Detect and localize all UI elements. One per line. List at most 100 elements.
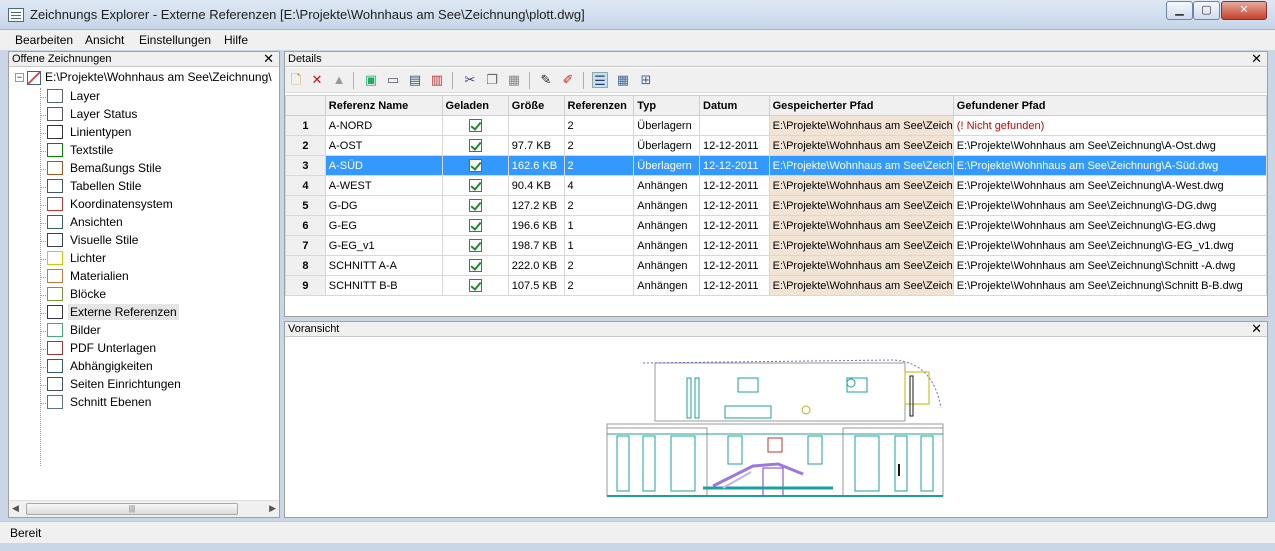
table-row[interactable]: 2 A-OST 97.7 KB 2 Überlagern 12-12-2011 E:\Pro… bbox=[285, 135, 1268, 156]
minimize-button[interactable]: ▁ bbox=[1166, 1, 1193, 20]
close-icon[interactable]: ✕ bbox=[1251, 322, 1262, 336]
cell-loaded[interactable] bbox=[441, 195, 509, 216]
new-icon[interactable]: 🗋 bbox=[288, 72, 304, 88]
cell-references[interactable]: 2 bbox=[563, 195, 635, 216]
cell-type[interactable]: Überlagern bbox=[633, 135, 701, 156]
cell-date[interactable]: 12-12-2011 bbox=[699, 235, 770, 256]
table-row[interactable]: 6 G-EG 196.6 KB 1 Anhängen 12-12-2011 E:\Proje… bbox=[285, 215, 1268, 236]
col-header-type[interactable]: Typ bbox=[633, 95, 701, 116]
collapse-icon[interactable]: − bbox=[15, 73, 24, 83]
cell-size[interactable]: 162.6 KB bbox=[507, 155, 565, 176]
cell-found-path[interactable]: E:\Projekte\Wohnhaus am See\Zeichnung\G-… bbox=[952, 195, 1268, 216]
cell-saved-path[interactable]: E:\Projekte\Wohnhaus am See\Zeich bbox=[768, 175, 954, 196]
table-row[interactable]: 7 G-EG_v1 198.7 KB 1 Anhängen 12-12-2011 E:\Pr… bbox=[285, 235, 1268, 256]
cut-icon[interactable]: ✂ bbox=[462, 72, 478, 88]
cell-loaded[interactable] bbox=[441, 215, 509, 236]
cell-loaded[interactable] bbox=[441, 275, 509, 296]
cell-saved-path[interactable]: E:\Projekte\Wohnhaus am See\Zeich bbox=[768, 255, 954, 276]
cell-saved-path[interactable]: E:\Projekte\Wohnhaus am See\Zeich bbox=[768, 215, 954, 236]
tree-item-bilder[interactable]: Bilder bbox=[47, 322, 103, 340]
tree-item-linientypen[interactable]: Linientypen bbox=[47, 124, 133, 142]
cell-size[interactable]: 222.0 KB bbox=[507, 255, 565, 276]
cell-reference-name[interactable]: SCHNITT A-A bbox=[324, 255, 443, 276]
loaded-checkbox[interactable] bbox=[468, 199, 482, 212]
cell-reference-name[interactable]: G-EG_v1 bbox=[324, 235, 443, 256]
tree-view-icon[interactable]: ⊞ bbox=[638, 72, 654, 88]
cell-date[interactable]: 12-12-2011 bbox=[699, 175, 770, 196]
table-row[interactable]: 3 A-SÜD 162.6 KB 2 Überlagern 12-12-2011 E:\Pr… bbox=[285, 155, 1268, 176]
cell-type[interactable]: Anhängen bbox=[633, 255, 701, 276]
row-number[interactable]: 9 bbox=[285, 275, 326, 296]
stamp-icon[interactable]: ✐ bbox=[560, 72, 576, 88]
loaded-checkbox[interactable] bbox=[468, 279, 482, 292]
cell-references[interactable]: 1 bbox=[563, 235, 635, 256]
cell-date[interactable]: 12-12-2011 bbox=[699, 135, 770, 156]
detach-icon[interactable]: ▥ bbox=[429, 72, 445, 88]
cell-saved-path[interactable]: E:\Projekte\Wohnhaus am See\Zeich bbox=[768, 195, 954, 216]
cell-size[interactable]: 90.4 KB bbox=[507, 175, 565, 196]
tree-item-visuelle-stile[interactable]: Visuelle Stile bbox=[47, 232, 140, 250]
col-header-name[interactable]: Referenz Name bbox=[324, 95, 443, 116]
tree-item-ansichten[interactable]: Ansichten bbox=[47, 214, 125, 232]
row-number[interactable]: 7 bbox=[285, 235, 326, 256]
cell-references[interactable]: 2 bbox=[563, 155, 635, 176]
tree-item-koordinatensystem[interactable]: Koordinatensystem bbox=[47, 196, 175, 214]
cell-loaded[interactable] bbox=[441, 155, 509, 176]
cell-type[interactable]: Anhängen bbox=[633, 175, 701, 196]
cell-references[interactable]: 2 bbox=[563, 115, 635, 136]
close-window-button[interactable]: ✕ bbox=[1221, 1, 1267, 20]
tree-item-externe-referenzen[interactable]: Externe Referenzen bbox=[47, 303, 179, 322]
tree-item-layer[interactable]: Layer bbox=[47, 88, 102, 106]
maximize-button[interactable]: ▢ bbox=[1193, 1, 1220, 20]
table-row[interactable]: 9 SCHNITT B-B 107.5 KB 2 Anhängen 12-12-2011 E… bbox=[285, 275, 1268, 296]
cell-type[interactable]: Anhängen bbox=[633, 275, 701, 296]
col-header-saved-path[interactable]: Gespeicherter Pfad bbox=[768, 95, 954, 116]
cell-type[interactable]: Anhängen bbox=[633, 215, 701, 236]
loaded-checkbox[interactable] bbox=[468, 219, 482, 232]
tree-item-layer-status[interactable]: Layer Status bbox=[47, 106, 139, 124]
close-icon[interactable]: ✕ bbox=[263, 52, 274, 66]
loaded-checkbox[interactable] bbox=[468, 239, 482, 252]
row-number[interactable]: 1 bbox=[285, 115, 326, 136]
loaded-checkbox[interactable] bbox=[468, 159, 482, 172]
cell-found-path[interactable]: (! Nicht gefunden) bbox=[952, 115, 1268, 136]
row-number[interactable]: 2 bbox=[285, 135, 326, 156]
cell-loaded[interactable] bbox=[441, 255, 509, 276]
scroll-left-icon[interactable]: ◀ bbox=[12, 503, 19, 514]
details-view-icon[interactable]: ☰ bbox=[592, 72, 608, 88]
menu-ansicht[interactable]: Ansicht bbox=[85, 33, 124, 47]
cell-size[interactable]: 127.2 KB bbox=[507, 195, 565, 216]
cell-date[interactable]: 12-12-2011 bbox=[699, 275, 770, 296]
table-row[interactable]: 1 A-NORD 2 Überlagern E:\Projekte\Wohnhaus a… bbox=[285, 115, 1268, 136]
cell-date[interactable] bbox=[699, 115, 770, 136]
cell-reference-name[interactable]: A-OST bbox=[324, 135, 443, 156]
cell-date[interactable]: 12-12-2011 bbox=[699, 195, 770, 216]
cell-type[interactable]: Überlagern bbox=[633, 155, 701, 176]
cell-saved-path[interactable]: E:\Projekte\Wohnhaus am See\Zeich bbox=[768, 135, 954, 156]
col-header-refs[interactable]: Referenzen bbox=[563, 95, 635, 116]
pin-icon[interactable]: ▲ bbox=[331, 72, 347, 88]
row-number[interactable]: 6 bbox=[285, 215, 326, 236]
cell-date[interactable]: 12-12-2011 bbox=[699, 215, 770, 236]
cell-saved-path[interactable]: E:\Projekte\Wohnhaus am See\Zeich bbox=[768, 235, 954, 256]
tree-item-bemaßungs-stile[interactable]: Bemaßungs Stile bbox=[47, 160, 163, 178]
table-row[interactable]: 5 G-DG 127.2 KB 2 Anhängen 12-12-2011 E:\Proje… bbox=[285, 195, 1268, 216]
cell-found-path[interactable]: E:\Projekte\Wohnhaus am See\Zeichnung\A-… bbox=[952, 155, 1268, 176]
tree-item-schnitt-ebenen[interactable]: Schnitt Ebenen bbox=[47, 394, 153, 412]
menu-hilfe[interactable]: Hilfe bbox=[224, 33, 248, 47]
cell-saved-path[interactable]: E:\Projekte\Wohnhaus am See\Zeich bbox=[768, 275, 954, 296]
cell-saved-path[interactable]: E:\Projekte\Wohnhaus am See\Zeich bbox=[768, 155, 954, 176]
cell-size[interactable]: 198.7 KB bbox=[507, 235, 565, 256]
row-number[interactable]: 5 bbox=[285, 195, 326, 216]
scroll-thumb[interactable]: ||| bbox=[26, 503, 238, 515]
cell-loaded[interactable] bbox=[441, 135, 509, 156]
cell-found-path[interactable]: E:\Projekte\Wohnhaus am See\Zeichnung\Sc… bbox=[952, 275, 1268, 296]
paste-icon[interactable]: ▦ bbox=[506, 72, 522, 88]
edit-pen-icon[interactable]: ✎ bbox=[538, 72, 554, 88]
row-number[interactable]: 4 bbox=[285, 175, 326, 196]
tree-item-blöcke[interactable]: Blöcke bbox=[47, 286, 108, 304]
reload-icon[interactable]: ▣ bbox=[363, 72, 379, 88]
cell-size[interactable] bbox=[507, 115, 565, 136]
tree-item-pdf-unterlagen[interactable]: PDF Unterlagen bbox=[47, 340, 158, 358]
cell-references[interactable]: 1 bbox=[563, 215, 635, 236]
